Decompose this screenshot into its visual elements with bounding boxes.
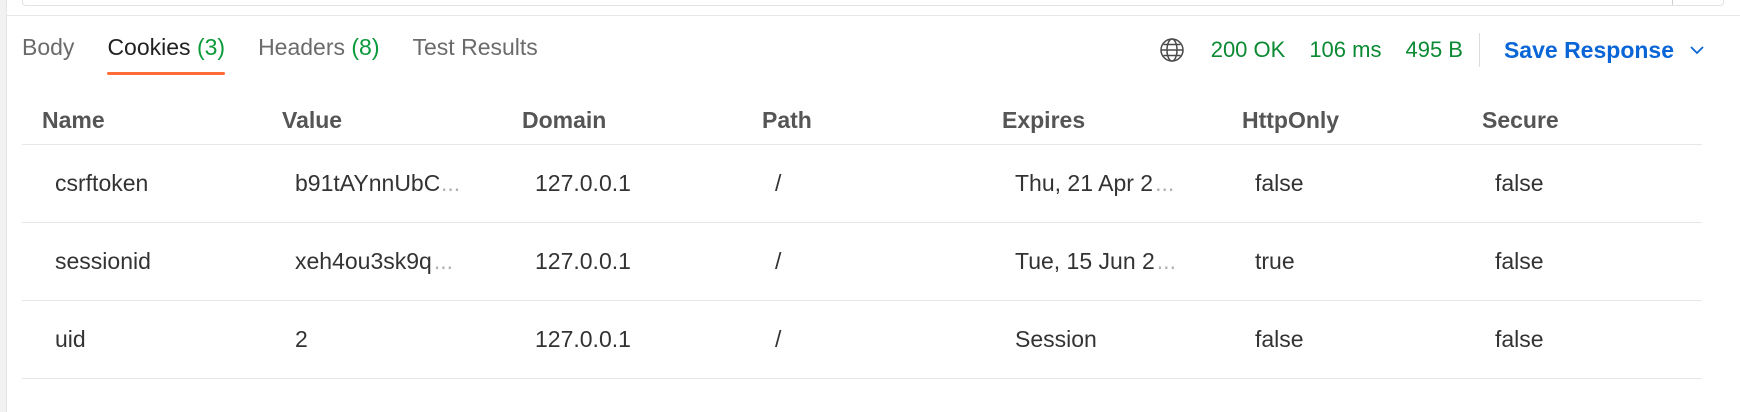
column-header-domain: Domain [522, 106, 607, 133]
cookie-path: / [775, 326, 782, 352]
cookie-domain: 127.0.0.1 [535, 326, 631, 352]
tab-body[interactable]: Body [22, 34, 74, 75]
response-tabs: Body Cookies (3) Headers (8) Test Result… [22, 34, 571, 80]
column-header-value: Value [282, 106, 343, 133]
cookie-expires: Session [1015, 326, 1097, 352]
truncation-marker: ... [1155, 170, 1175, 196]
cookie-expires: Tue, 15 Jun 2... [982, 248, 1222, 275]
cookie-value: xeh4ou3sk9q... [262, 248, 502, 275]
cookie-secure: false [1495, 326, 1544, 352]
tab-headers-label: Headers [258, 34, 345, 60]
cookie-httponly: false [1255, 170, 1304, 196]
left-panel-divider [6, 0, 7, 412]
cookie-name: csrftoken [55, 170, 149, 196]
cookie-path: / [775, 248, 782, 274]
column-header-path: Path [762, 106, 812, 133]
cookie-value-text: xeh4ou3sk9q [295, 248, 432, 274]
cookie-httponly: false [1255, 326, 1304, 352]
cookie-domain: 127.0.0.1 [535, 248, 631, 274]
table-row: csrftoken b91tAYnnUbC... 127.0.0.1 / Thu… [22, 145, 1702, 223]
tab-test-results[interactable]: Test Results [413, 34, 538, 75]
truncation-marker: ... [441, 170, 461, 196]
tab-test-results-label: Test Results [412, 34, 538, 60]
cookie-name: uid [55, 326, 86, 352]
table-row: uid 2 127.0.0.1 / Session false false [22, 301, 1702, 379]
column-header-secure: Secure [1482, 106, 1559, 133]
tab-headers-count: (8) [351, 34, 380, 60]
globe-icon[interactable] [1157, 35, 1187, 65]
tab-body-label: Body [22, 34, 75, 60]
save-response-button[interactable]: Save Response [1504, 37, 1706, 64]
column-header-httponly: HttpOnly [1242, 106, 1340, 133]
cookie-name: sessionid [55, 248, 151, 274]
cookie-domain: 127.0.0.1 [535, 170, 631, 196]
cookie-secure: false [1495, 170, 1544, 196]
tab-cookies-label: Cookies [107, 34, 191, 60]
column-header-name: Name [42, 106, 105, 133]
request-body-editor-edge [22, 0, 1724, 6]
cookie-value-text: b91tAYnnUbC [295, 170, 439, 196]
cookie-expires-text: Tue, 15 Jun 2 [1015, 248, 1155, 274]
editor-scrollbar[interactable] [1672, 0, 1673, 5]
truncation-marker: ... [433, 248, 454, 274]
cookie-expires-text: Thu, 21 Apr 2 [1015, 170, 1154, 196]
save-response-label: Save Response [1503, 36, 1674, 63]
status-code[interactable]: 200 OK [1211, 37, 1286, 63]
column-header-expires: Expires [1002, 106, 1086, 133]
response-status-bar: 200 OK 106 ms 495 B Save Response [1157, 30, 1706, 70]
cookie-httponly: true [1255, 248, 1295, 274]
cookie-secure: false [1495, 248, 1544, 274]
response-size[interactable]: 495 B [1405, 37, 1463, 63]
table-header-row: Name Value Domain Path Expires HttpOnly … [22, 96, 1702, 145]
status-separator [1478, 33, 1480, 67]
tab-cookies[interactable]: Cookies (3) [107, 34, 225, 75]
cookie-path: / [775, 170, 782, 196]
truncation-marker: ... [1156, 248, 1176, 274]
cookies-table: Name Value Domain Path Expires HttpOnly … [22, 96, 1702, 379]
top-divider [7, 15, 1740, 16]
cookie-value: 2 [295, 326, 308, 352]
table-row: sessionid xeh4ou3sk9q... 127.0.0.1 / Tue… [22, 223, 1702, 301]
cookie-expires: Thu, 21 Apr 2... [982, 170, 1222, 197]
tab-headers[interactable]: Headers (8) [258, 34, 379, 75]
tab-cookies-count: (3) [196, 34, 226, 60]
response-time[interactable]: 106 ms [1309, 37, 1381, 63]
chevron-down-icon [1688, 41, 1706, 59]
cookie-value: b91tAYnnUbC... [262, 170, 502, 197]
response-panel: Body Cookies (3) Headers (8) Test Result… [0, 0, 1740, 412]
